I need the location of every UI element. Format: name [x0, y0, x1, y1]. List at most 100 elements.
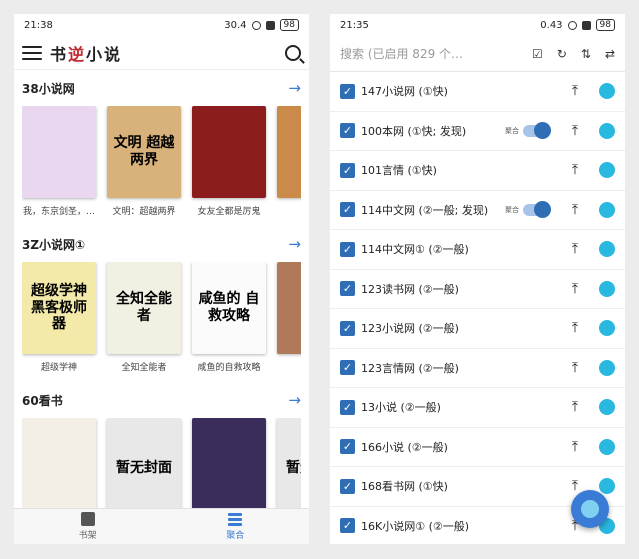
section-header[interactable]: 3Z小说网① →: [22, 226, 301, 262]
pin-top-icon[interactable]: ⤒: [565, 439, 585, 455]
section-header[interactable]: 60看书 →: [22, 382, 301, 418]
enable-checkbox[interactable]: ✓: [340, 83, 355, 99]
bottom-nav: 书架 聚合: [14, 508, 309, 544]
book-section: 3Z小说网① → 超级学神 黑客极师器 超级学神 全知全能者 全知全能者 咸鱼的…: [14, 226, 309, 382]
arrow-right-icon[interactable]: →: [288, 391, 301, 409]
book-title: 重生: [277, 360, 301, 372]
source-row[interactable]: ✓ 166小说 (②一般) ⤒: [330, 428, 625, 467]
pin-top-icon[interactable]: ⤒: [565, 162, 585, 178]
enable-checkbox[interactable]: ✓: [340, 123, 355, 139]
face-icon[interactable]: [599, 399, 615, 416]
enable-checkbox[interactable]: ✓: [340, 360, 355, 376]
book-card[interactable]: 祖龙: [277, 106, 301, 216]
face-icon[interactable]: [599, 320, 615, 337]
arrow-right-icon[interactable]: →: [288, 79, 301, 97]
nav-bookshelf[interactable]: 书架: [14, 509, 162, 544]
search-icon[interactable]: [285, 44, 301, 61]
enable-checkbox[interactable]: ✓: [340, 518, 355, 534]
pin-top-icon[interactable]: ⤒: [565, 320, 585, 336]
book-card[interactable]: 重生: [277, 262, 301, 372]
source-list: ✓ 147小说网 (①快) ⤒ ✓ 100本网 (①快; 发现) 聚合 ⤒ ✓ …: [330, 72, 625, 544]
face-icon[interactable]: [599, 162, 615, 179]
source-list-phone: 21:35 0.43 98 搜索 (已启用 829 个… ☑ ↻ ⇅ ⇄ ✓ 1…: [330, 14, 625, 544]
aggregate-icon: [228, 512, 243, 526]
section-header[interactable]: 38小说网 →: [22, 70, 301, 106]
pin-top-icon[interactable]: ⤒: [565, 123, 585, 139]
book-card[interactable]: 全知全能者 全知全能者: [107, 262, 181, 372]
source-name: 123读书网 (②一般): [361, 282, 459, 296]
face-icon[interactable]: [599, 478, 615, 495]
face-icon[interactable]: [599, 122, 615, 139]
source-name: 147小说网 (①快): [361, 85, 448, 99]
bookshelf-icon: [80, 512, 95, 526]
book-cover: 咸鱼的 自救攻略: [192, 262, 266, 355]
sort-icon[interactable]: ⇅: [581, 47, 591, 61]
enable-checkbox[interactable]: ✓: [340, 281, 355, 297]
pin-top-icon[interactable]: ⤒: [565, 202, 585, 218]
wifi-icon: [251, 20, 261, 30]
enable-checkbox[interactable]: ✓: [340, 320, 355, 336]
book-title: 全知全能者: [121, 363, 167, 372]
battery-level: 98: [595, 19, 615, 31]
aggregate-label: 聚合: [505, 205, 519, 214]
source-row[interactable]: ✓ 114中文网① (②一般) ⤒: [330, 230, 625, 270]
section-title: 38小说网: [22, 81, 75, 96]
source-row[interactable]: ✓ 114中文网 (②一般; 发现) 聚合 ⤒: [330, 191, 625, 230]
pin-top-icon[interactable]: ⤒: [565, 399, 585, 415]
enable-checkbox[interactable]: ✓: [340, 202, 355, 218]
pin-top-icon[interactable]: ⤒: [565, 360, 585, 376]
source-row[interactable]: ✓ 123读书网 (②一般) ⤒: [330, 270, 625, 309]
source-name: 114中文网① (②一般): [361, 243, 469, 257]
source-name: 123言情网 (②一般): [361, 361, 459, 375]
book-card[interactable]: 我，东京剑圣，…: [22, 106, 96, 216]
enable-checkbox[interactable]: ✓: [340, 399, 355, 415]
pin-top-icon[interactable]: ⤒: [565, 83, 585, 99]
network-speed: 30.4: [224, 19, 247, 31]
source-row[interactable]: ✓ 13小说 (②一般) ⤒: [330, 388, 625, 428]
book-cover: 暂无封面: [107, 418, 181, 518]
source-row[interactable]: ✓ 123小说网 (②一般) ⤒: [330, 309, 625, 349]
swap-icon[interactable]: ⇄: [605, 47, 615, 61]
book-title: 我，东京剑圣，…: [22, 207, 95, 216]
book-cover: 全知全能者: [107, 262, 181, 355]
enable-checkbox[interactable]: ✓: [340, 162, 355, 178]
arrow-right-icon[interactable]: →: [288, 235, 301, 253]
source-row[interactable]: ✓ 100本网 (①快; 发现) 聚合 ⤒: [330, 112, 625, 151]
book-title: 咸鱼的自救攻略: [197, 363, 261, 372]
source-name: 13小说 (②一般): [361, 401, 441, 415]
menu-icon[interactable]: [22, 45, 42, 60]
aggregate-label: 聚合: [505, 126, 519, 135]
nav-aggregate[interactable]: 聚合: [162, 509, 310, 544]
book-section: 38小说网 → 我，东京剑圣，… 文明 超越两界 文明：超越两界 女友全都是厉鬼…: [14, 70, 309, 226]
face-icon[interactable]: [599, 201, 615, 218]
source-row[interactable]: ✓ 123言情网 (②一般) ⤒: [330, 349, 625, 388]
aggregate-toggle[interactable]: [523, 200, 551, 218]
bookshelf-phone: 21:38 30.4 98 书逆小说 38小说网 → 我，东京剑圣，… 文明 超…: [14, 14, 309, 544]
fab-button[interactable]: [571, 490, 609, 528]
face-icon[interactable]: [599, 280, 615, 297]
enable-checkbox[interactable]: ✓: [340, 478, 355, 494]
face-icon[interactable]: [599, 241, 615, 258]
enable-checkbox[interactable]: ✓: [340, 439, 355, 455]
book-card[interactable]: 超级学神 黑客极师器 超级学神: [22, 262, 96, 372]
book-card[interactable]: 文明 超越两界 文明：超越两界: [107, 106, 181, 216]
source-row[interactable]: ✓ 147小说网 (①快) ⤒: [330, 72, 625, 112]
battery-level: 98: [279, 19, 299, 31]
book-title: 超级学神: [40, 363, 77, 372]
pin-top-icon[interactable]: ⤒: [565, 281, 585, 297]
check-select-icon[interactable]: ☑: [532, 47, 543, 61]
book-card[interactable]: 咸鱼的 自救攻略 咸鱼的自救攻略: [192, 262, 266, 372]
source-search-input[interactable]: 搜索 (已启用 829 个…: [340, 45, 532, 62]
source-name: 100本网 (①快; 发现): [361, 124, 467, 138]
face-icon[interactable]: [599, 359, 615, 376]
book-card[interactable]: 女友全都是厉鬼: [192, 106, 266, 216]
face-icon[interactable]: [599, 438, 615, 455]
face-icon[interactable]: [599, 83, 615, 100]
signal-icon: [581, 20, 591, 30]
enable-checkbox[interactable]: ✓: [340, 241, 355, 257]
network-speed: 0.43: [540, 19, 563, 31]
pin-top-icon[interactable]: ⤒: [565, 241, 585, 257]
source-row[interactable]: ✓ 101言情 (①快) ⤒: [330, 151, 625, 191]
refresh-icon[interactable]: ↻: [557, 47, 567, 61]
aggregate-toggle[interactable]: [523, 121, 551, 139]
